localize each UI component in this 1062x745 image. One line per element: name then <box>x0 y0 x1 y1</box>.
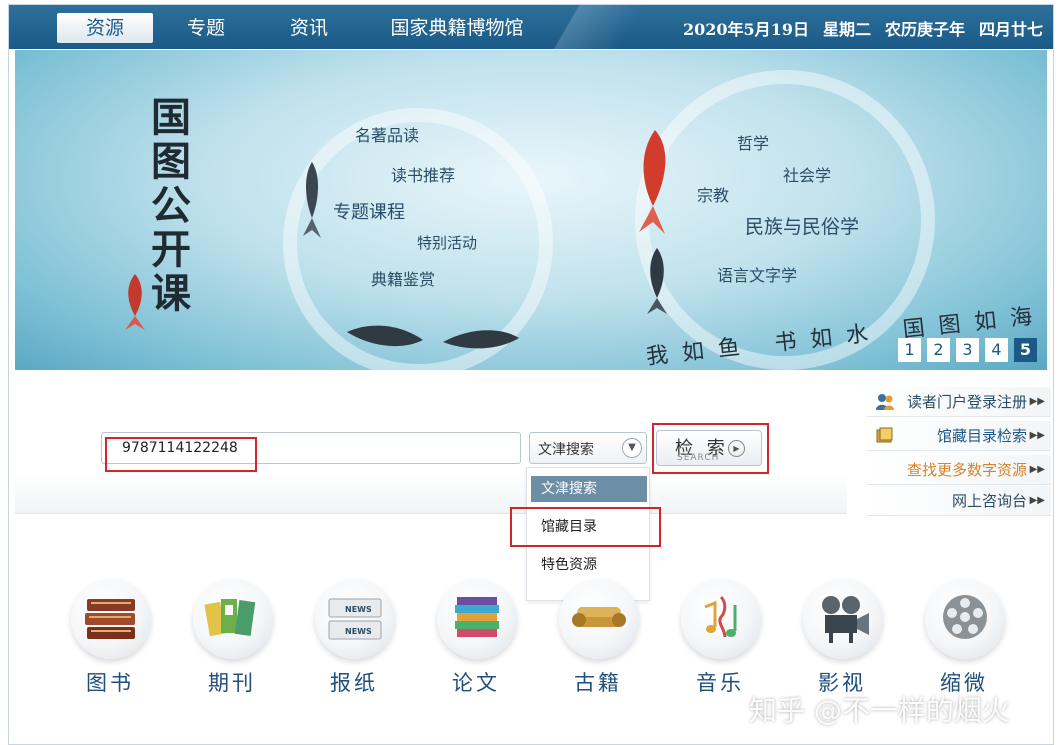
topic-link[interactable]: 名著品读 <box>355 122 419 146</box>
topic-link[interactable]: 特别活动 <box>417 232 477 253</box>
topic-link[interactable]: 哲学 <box>737 130 769 154</box>
dropdown-option-wenjin[interactable]: 文津搜索 <box>531 476 647 502</box>
category-microfilm[interactable]: 缩微 <box>921 579 1007 699</box>
tab-resources[interactable]: 资源 <box>57 13 153 43</box>
banner[interactable]: 国图公开课 名著品读 读书推荐 专题课程 特别活动 典籍鉴赏 哲学 社会学 宗教… <box>15 50 1047 370</box>
double-arrow-icon: ▶▶ <box>1029 430 1045 441</box>
red-fish-icon <box>639 130 666 234</box>
reader-portal-link[interactable]: 读者门户登录注册 ▶▶ <box>867 387 1051 417</box>
nav-decoration <box>529 5 669 49</box>
dropdown-option-special[interactable]: 特色资源 <box>531 552 647 578</box>
catalog-icon <box>876 427 893 443</box>
banner-title-char: 国 <box>151 94 191 141</box>
banner-title-char: 课 <box>151 270 191 317</box>
search-area-background <box>15 473 847 513</box>
film-projector-icon <box>822 596 869 643</box>
category-video[interactable]: 影视 <box>799 579 885 699</box>
double-arrow-icon: ▶▶ <box>1029 464 1045 475</box>
digital-resources-label: 查找更多数字资源 <box>906 461 1027 479</box>
category-label: 期刊 <box>208 671 256 695</box>
pager-button-2[interactable]: 2 <box>927 338 950 362</box>
banner-title-char: 开 <box>151 226 191 273</box>
catalog-search-label: 馆藏目录检索 <box>936 427 1027 445</box>
scroll-icon <box>572 607 626 627</box>
category-journals[interactable]: 期刊 <box>189 579 275 699</box>
top-nav-bar: 资源 专题 资讯 国家典籍博物馆 2020年5月19日 星期二 农历庚子年 四月廿七 <box>9 5 1053 49</box>
date-display: 2020年5月19日 星期二 农历庚子年 四月廿七 <box>669 16 1043 40</box>
category-books[interactable]: 图书 <box>67 579 153 699</box>
lunar-year-text: 农历庚子年 <box>884 20 965 39</box>
magazines-icon <box>204 599 256 637</box>
dropdown-option-catalog[interactable]: 馆藏目录 <box>531 514 647 540</box>
digital-resources-link[interactable]: 查找更多数字资源 ▶▶ <box>867 455 1051 485</box>
tab-museum[interactable]: 国家典籍博物馆 <box>377 13 537 43</box>
category-label: 论文 <box>452 671 500 695</box>
category-ancient-books[interactable]: 古籍 <box>555 579 641 699</box>
double-arrow-icon: ▶▶ <box>1029 396 1045 407</box>
pager-button-5[interactable]: 5 <box>1014 338 1037 362</box>
topic-link[interactable]: 读书推荐 <box>391 162 455 186</box>
topic-link[interactable]: 民族与民俗学 <box>745 212 859 239</box>
film-reel-icon <box>943 595 987 639</box>
online-consult-link[interactable]: 网上咨询台 ▶▶ <box>867 486 1051 516</box>
lunar-day-text: 四月廿七 <box>978 20 1043 39</box>
newspaper-icon: NEWS NEWS <box>328 598 382 640</box>
category-newspapers[interactable]: NEWS NEWS 报纸 <box>311 579 397 699</box>
catalog-search-link[interactable]: 馆藏目录检索 ▶▶ <box>867 421 1051 451</box>
chevron-down-icon: ▼ <box>622 438 642 458</box>
search-type-selected: 文津搜索 <box>538 442 594 458</box>
category-label: 报纸 <box>330 671 378 695</box>
topic-link[interactable]: 语言文字学 <box>717 262 797 286</box>
banner-title-char: 图 <box>151 138 191 185</box>
newspaper-mark-text: NEWS <box>345 627 372 636</box>
category-label: 图书 <box>86 671 134 695</box>
topic-link[interactable]: 典籍鉴赏 <box>371 266 435 290</box>
topic-link[interactable]: 社会学 <box>783 162 831 186</box>
tab-topics[interactable]: 专题 <box>171 13 241 43</box>
watermark: 知乎 @不一样的烟火 <box>749 694 1010 727</box>
search-button[interactable]: 检 索 SEARCH ▶ <box>656 430 762 466</box>
search-input[interactable]: 9787114122248 <box>101 432 521 464</box>
double-arrow-icon: ▶▶ <box>1029 495 1045 506</box>
paper-stack-icon <box>455 597 499 637</box>
search-type-select[interactable]: 文津搜索 ▼ <box>529 432 647 464</box>
date-text: 2020年5月19日 <box>683 20 809 39</box>
dark-fish-icon <box>303 162 321 238</box>
reader-portal-label: 读者门户登录注册 <box>906 393 1027 411</box>
page-frame: 资源 专题 资讯 国家典籍博物馆 2020年5月19日 星期二 农历庚子年 四月廿七 <box>8 4 1054 745</box>
dark-fish-icon <box>347 325 519 349</box>
books-icon <box>85 599 135 639</box>
topic-link[interactable]: 宗教 <box>697 182 729 206</box>
online-consult-label: 网上咨询台 <box>951 492 1027 510</box>
banner-title: 国图公开课 <box>147 96 195 316</box>
pager-button-1[interactable]: 1 <box>898 338 921 362</box>
topic-link[interactable]: 专题课程 <box>333 198 405 224</box>
pager-button-3[interactable]: 3 <box>956 338 979 362</box>
divider <box>15 513 847 514</box>
tab-news[interactable]: 资讯 <box>274 13 344 43</box>
dark-fish-icon <box>647 248 667 314</box>
pager-button-4[interactable]: 4 <box>985 338 1008 362</box>
banner-title-char: 公 <box>151 182 191 229</box>
weekday-text: 星期二 <box>822 20 871 39</box>
banner-pager: 12345 <box>892 338 1037 362</box>
search-button-sublabel: SEARCH <box>677 453 720 463</box>
arrow-right-icon: ▶ <box>728 440 745 457</box>
category-label: 古籍 <box>574 671 622 695</box>
category-theses[interactable]: 论文 <box>433 579 519 699</box>
music-notes-icon <box>704 595 737 638</box>
users-icon <box>876 394 894 410</box>
newspaper-mark-text: NEWS <box>345 605 372 614</box>
category-music[interactable]: 音乐 <box>677 579 763 699</box>
